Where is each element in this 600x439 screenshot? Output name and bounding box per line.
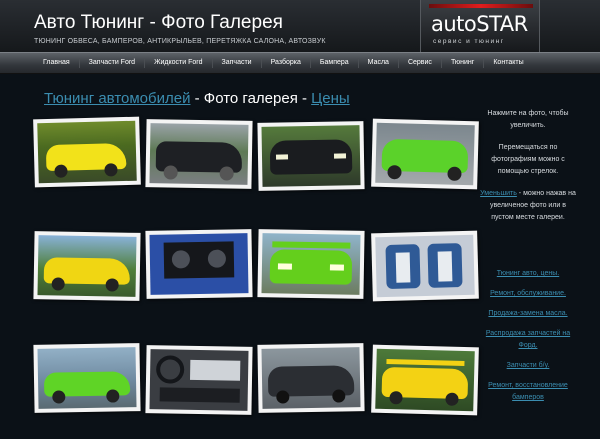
photo-gallery xyxy=(32,116,479,416)
nav-item-dismantling[interactable]: Разборка xyxy=(262,58,311,68)
gallery-photo[interactable] xyxy=(145,229,253,299)
site-title-accent: Фото Галерея xyxy=(161,12,283,33)
green-convertible-photo-icon xyxy=(37,347,137,409)
gallery-photo[interactable] xyxy=(33,231,141,301)
site-subtitle: ТЮНИНГ ОБВЕСА, БАМПЕРОВ, АНТИКРЫЛЬЕВ, ПЕ… xyxy=(34,38,326,45)
link-tuning-prices[interactable]: Тюнинг авто, цены. xyxy=(478,268,578,280)
gallery-photo[interactable] xyxy=(33,343,141,413)
prices-link[interactable]: Цены xyxy=(311,90,350,107)
dark-car-photo-icon xyxy=(261,347,361,409)
gallery-help: Нажмите на фото, чтобы увеличить. Переме… xyxy=(478,108,578,234)
help-arrows: Перемещаться по фотографиям можно с помо… xyxy=(491,144,565,175)
black-car-headlights-photo-icon xyxy=(261,125,361,187)
nav-item-home[interactable]: Главная xyxy=(34,58,80,68)
link-oil-change[interactable]: Продажа-замена масла. xyxy=(478,308,578,320)
logo-subtitle: сервис и тюнинг xyxy=(433,38,505,45)
car-interior-seats-photo-icon xyxy=(375,234,475,298)
nav-item-contacts[interactable]: Контакты xyxy=(484,58,532,68)
nav-item-service[interactable]: Сервис xyxy=(399,58,442,68)
nav-item-tuning[interactable]: Тюнинг xyxy=(442,58,485,68)
link-bumper-repair[interactable]: Ремонт, восстановление бамперов xyxy=(478,380,578,404)
help-shrink: Уменьшить - можно нажав на увеличеное фо… xyxy=(478,188,578,224)
gallery-photo[interactable] xyxy=(371,230,479,302)
logo-text: autoSTAR xyxy=(431,12,528,36)
help-click-photo: Нажмите на фото, чтобы увеличить. xyxy=(487,110,569,129)
main-nav: Главная Запчасти Ford Жидкости Ford Запч… xyxy=(0,52,600,74)
green-car-spoiler-photo-icon xyxy=(261,233,361,295)
yellow-car-rear-photo-icon xyxy=(375,348,475,412)
green-car-photo-icon xyxy=(375,122,475,186)
nav-item-bumpers[interactable]: Бампера xyxy=(311,58,359,68)
site-title-main: Авто Тюнинг xyxy=(34,12,145,33)
gallery-photo[interactable] xyxy=(371,118,479,190)
shrink-link[interactable]: Уменьшить xyxy=(480,190,517,197)
gallery-photo[interactable] xyxy=(257,343,365,413)
gallery-photo[interactable] xyxy=(257,121,365,191)
link-used-parts[interactable]: Запчасти б/у. xyxy=(478,360,578,372)
page-title-middle: - Фото галерея - xyxy=(190,90,312,107)
nav-item-ford-fluids[interactable]: Жидкости Ford xyxy=(145,58,213,68)
site-title: Авто Тюнинг - Фото Галерея xyxy=(34,12,283,34)
nav-item-parts[interactable]: Запчасти xyxy=(213,58,262,68)
logo-accent-bar xyxy=(429,4,533,8)
page-title: Тюнинг автомобилей - Фото галерея - Цены xyxy=(44,90,350,107)
black-car-photo-icon xyxy=(149,123,249,185)
nav-item-oils[interactable]: Масла xyxy=(359,58,399,68)
gallery-photo[interactable] xyxy=(257,229,365,299)
site-title-dash: - xyxy=(144,12,162,33)
gallery-photo[interactable] xyxy=(145,345,253,415)
sidebar-links: Тюнинг авто, цены. Ремонт, обслуживание.… xyxy=(478,268,578,412)
trunk-speakers-photo-icon xyxy=(149,233,249,295)
logo[interactable]: autoSTAR сервис и тюнинг xyxy=(420,0,540,52)
tuning-link[interactable]: Тюнинг автомобилей xyxy=(44,90,190,107)
gallery-photo[interactable] xyxy=(33,116,141,188)
site-header: Авто Тюнинг - Фото Галерея ТЮНИНГ ОБВЕСА… xyxy=(0,0,600,52)
nav-item-ford-parts[interactable]: Запчасти Ford xyxy=(80,58,146,68)
gallery-photo[interactable] xyxy=(145,119,253,189)
link-ford-parts-sale[interactable]: Распродажа запчастей на Форд. xyxy=(478,328,578,352)
link-repair-service[interactable]: Ремонт, обслуживание. xyxy=(478,288,578,300)
dashboard-photo-icon xyxy=(149,349,249,411)
gallery-photo[interactable] xyxy=(371,344,479,416)
yellow-car-photo-icon xyxy=(37,120,137,184)
yellow-car-photo-icon xyxy=(37,235,137,297)
